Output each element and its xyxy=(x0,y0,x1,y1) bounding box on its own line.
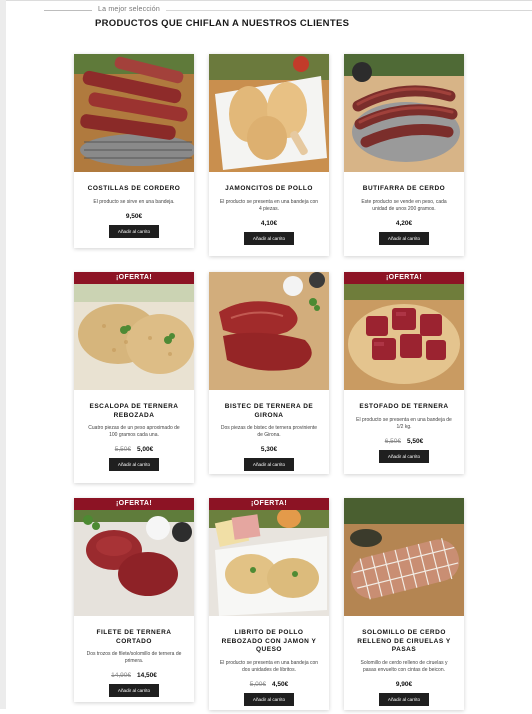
current-price: 5,00€ xyxy=(137,446,154,453)
product-price: 4,10€ xyxy=(209,220,329,227)
add-to-cart-button[interactable]: Añadir al carrito xyxy=(244,231,294,245)
offer-badge: ¡OFERTA! xyxy=(344,272,464,284)
product-image-veal-fillet[interactable]: ¡OFERTA! xyxy=(74,498,194,616)
product-card[interactable]: ¡OFERTA! LIBRITO DE POLLO REBOZADO CON J… xyxy=(209,498,329,710)
product-image-girona-steak[interactable] xyxy=(209,272,329,390)
product-card[interactable]: ¡OFERTA! ESTOFADO DE TERNERA El producto… xyxy=(344,272,464,474)
product-card[interactable]: ¡OFERTA! ESCALOPA DE TERNERA REBOZADA Cu… xyxy=(74,272,194,483)
product-description: Cuatro piezas de un peso aproximado de 1… xyxy=(88,425,180,438)
product-name[interactable]: BISTEC DE TERNERA DE GIRONA xyxy=(217,403,321,420)
product-grid: COSTILLAS DE CORDERO El producto se sirv… xyxy=(74,54,466,714)
product-card[interactable]: ¡OFERTA! FILETE DE TERNERA CORTADO Dos t… xyxy=(74,498,194,702)
add-to-cart-button[interactable]: Añadir al carrito xyxy=(244,692,294,706)
product-card[interactable]: BISTEC DE TERNERA DE GIRONA Dos piezas d… xyxy=(209,272,329,474)
product-price: 4,20€ xyxy=(344,220,464,227)
product-image-chicken-legs[interactable] xyxy=(209,54,329,172)
product-image-veal-stew[interactable]: ¡OFERTA! xyxy=(344,272,464,390)
add-to-cart-button[interactable]: Añadir al carrito xyxy=(109,684,159,697)
product-image-pork-sausage[interactable] xyxy=(344,54,464,172)
current-price: 4,50€ xyxy=(272,680,289,688)
product-card[interactable]: SOLOMILLO DE CERDO RELLENO DE CIRUELAS Y… xyxy=(344,498,464,710)
product-name[interactable]: COSTILLAS DE CORDERO xyxy=(82,185,186,194)
product-price: 5,30€ xyxy=(209,446,329,453)
product-description: El producto se presenta en una bandeja c… xyxy=(219,198,319,212)
kicker-line-right xyxy=(166,10,532,11)
current-price: 5,50€ xyxy=(407,437,424,445)
product-card[interactable]: JAMONCITOS DE POLLO El producto se prese… xyxy=(209,54,329,256)
product-description: El producto se presenta en una bandeja c… xyxy=(219,659,319,673)
section-kicker: La mejor selección xyxy=(44,6,532,16)
current-price: 14,50€ xyxy=(137,672,157,679)
current-price: 4,10€ xyxy=(260,219,278,227)
product-card[interactable]: BUTIFARRA DE CERDO Este producto se vend… xyxy=(344,54,464,256)
offer-badge: ¡OFERTA! xyxy=(74,498,194,510)
current-price: 5,30€ xyxy=(260,446,278,453)
offer-badge: ¡OFERTA! xyxy=(74,272,194,284)
product-description: El producto se presenta en una bandeja d… xyxy=(356,416,452,430)
section-title: PRODUCTOS QUE CHIFLAN A NUESTROS CLIENTE… xyxy=(95,18,350,29)
product-image-stuffed-pork-loin[interactable] xyxy=(344,498,464,616)
add-to-cart-button[interactable]: Añadir al carrito xyxy=(109,458,159,471)
product-image-chicken-ham-cheese[interactable]: ¡OFERTA! xyxy=(209,498,329,616)
kicker-text: La mejor selección xyxy=(98,6,160,13)
product-image-lamb-ribs[interactable] xyxy=(74,54,194,172)
current-price: 9,90€ xyxy=(395,680,413,688)
top-divider xyxy=(6,0,532,1)
left-edge-strip xyxy=(0,0,6,709)
old-price: 6,50€ xyxy=(384,437,401,445)
add-to-cart-button[interactable]: Añadir al carrito xyxy=(379,692,429,706)
product-image-breaded-veal[interactable]: ¡OFERTA! xyxy=(74,272,194,390)
product-description: Solomillo de cerdo relleno de ciruelas y… xyxy=(360,659,448,673)
product-price: 9,90€ xyxy=(344,681,464,688)
product-description: Dos piezas de bistec de ternera provinie… xyxy=(220,425,318,438)
current-price: 9,50€ xyxy=(125,212,143,220)
product-name[interactable]: JAMONCITOS DE POLLO xyxy=(217,185,321,194)
product-card[interactable]: COSTILLAS DE CORDERO El producto se sirv… xyxy=(74,54,194,248)
product-price: 5,00€ 4,50€ xyxy=(209,681,329,688)
add-to-cart-button[interactable]: Añadir al carrito xyxy=(379,449,429,463)
product-name[interactable]: ESCALOPA DE TERNERA REBOZADA xyxy=(82,403,186,420)
product-description: Dos trozos de filete/solomillo de terner… xyxy=(86,651,182,664)
current-price: 4,20€ xyxy=(395,219,413,227)
add-to-cart-button[interactable]: Añadir al carrito xyxy=(379,231,429,245)
add-to-cart-button[interactable]: Añadir al carrito xyxy=(109,224,159,238)
kicker-line-left xyxy=(44,10,92,11)
product-price: 5,50€ 5,00€ xyxy=(74,446,194,453)
product-description: El producto se sirve en una bandeja. xyxy=(93,198,175,205)
old-price: 14,90€ xyxy=(111,672,131,679)
product-name[interactable]: SOLOMILLO DE CERDO RELLENO DE CIRUELAS Y… xyxy=(352,629,456,655)
product-name[interactable]: BUTIFARRA DE CERDO xyxy=(352,185,456,194)
add-to-cart-button[interactable]: Añadir al carrito xyxy=(244,458,294,471)
product-price: 14,90€ 14,50€ xyxy=(74,672,194,679)
product-name[interactable]: LIBRITO DE POLLO REBOZADO CON JAMON Y QU… xyxy=(217,629,321,655)
product-name[interactable]: ESTOFADO DE TERNERA xyxy=(352,403,456,412)
product-name[interactable]: FILETE DE TERNERA CORTADO xyxy=(82,629,186,646)
old-price: 5,50€ xyxy=(114,446,131,453)
offer-badge: ¡OFERTA! xyxy=(209,498,329,510)
product-description: Este producto se vende en peso, cada uni… xyxy=(361,198,447,212)
product-price: 6,50€ 5,50€ xyxy=(344,438,464,445)
old-price: 5,00€ xyxy=(249,680,266,688)
product-price: 9,50€ xyxy=(74,213,194,220)
